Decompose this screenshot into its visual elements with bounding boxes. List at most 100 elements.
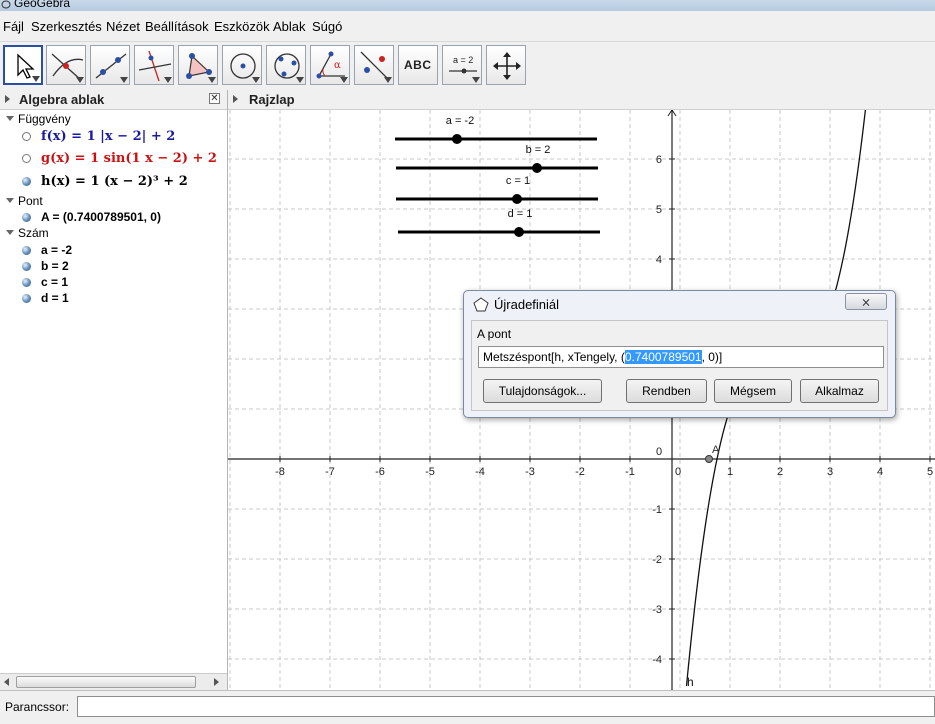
slider-knob[interactable]	[452, 134, 462, 144]
visibility-toggle-icon[interactable]	[22, 177, 31, 186]
category-function[interactable]: Függvény	[6, 112, 71, 126]
category-point[interactable]: Pont	[6, 194, 43, 208]
move-view-arrows-icon	[493, 52, 521, 80]
polygon-tool-button[interactable]	[178, 45, 218, 85]
list-item-f[interactable]: f(x) = 1 |x − 2| + 2	[22, 129, 175, 144]
collapse-arrow-icon[interactable]	[233, 95, 238, 103]
y-tick-label: -3	[652, 604, 662, 616]
collapse-arrow-icon[interactable]	[5, 95, 10, 103]
properties-button[interactable]: Tulajdonságok...	[483, 379, 602, 403]
svg-text:α: α	[334, 60, 341, 71]
y-tick-label: -2	[652, 554, 662, 566]
origin-label: 0	[656, 446, 662, 458]
line-tool-button[interactable]	[90, 45, 130, 85]
perpendicular-tool-button[interactable]	[134, 45, 174, 85]
slider-label: b = 2	[526, 144, 551, 156]
input-prefix: Metszéspont[h, xTengely, (	[483, 350, 625, 364]
slider-tool-button[interactable]: a = 2	[442, 45, 482, 85]
x-tick-label: 5	[927, 466, 933, 478]
toolbar: α ABC a = 2	[0, 42, 935, 91]
scroll-left-icon[interactable]	[4, 678, 9, 686]
visibility-toggle-icon[interactable]	[22, 294, 31, 303]
number-a: a = -2	[41, 243, 73, 257]
graphics-view-header: Rajzlap	[228, 90, 935, 110]
input-bar-label: Parancssor:	[5, 700, 70, 714]
move-tool-button[interactable]	[3, 45, 43, 85]
horizontal-scrollbar[interactable]	[0, 673, 227, 691]
input-bar: Parancssor:	[0, 690, 935, 724]
list-item-h[interactable]: h(x) = 1 (x − 2)³ + 2	[22, 174, 188, 189]
curve-label-h: h	[687, 675, 694, 689]
window-title-bar: GeoGebra	[0, 0, 935, 11]
dialog-close-button[interactable]: ⨯	[845, 293, 887, 310]
slider-knob[interactable]	[532, 163, 542, 173]
visibility-toggle-icon[interactable]	[22, 154, 31, 163]
visibility-toggle-icon[interactable]	[22, 213, 31, 222]
list-item-number-c[interactable]: c = 1	[22, 275, 68, 289]
x-tick-label: 1	[727, 466, 733, 478]
cancel-button[interactable]: Mégsem	[714, 379, 792, 403]
menu-view[interactable]: Nézet	[106, 19, 140, 34]
category-function-label: Függvény	[18, 112, 71, 126]
x-tick-label: 0	[675, 466, 681, 478]
menu-file[interactable]: Fájl	[3, 19, 24, 34]
category-number[interactable]: Szám	[6, 226, 49, 240]
menu-window[interactable]: Ablak	[273, 19, 306, 34]
list-item-g[interactable]: g(x) = 1 sin(1 x − 2) + 2	[22, 151, 217, 166]
x-tick-label: -5	[425, 466, 435, 478]
reflect-tool-button[interactable]	[354, 45, 394, 85]
expand-arrow-icon	[6, 116, 14, 121]
category-number-label: Szám	[18, 226, 49, 240]
x-tick-label: 4	[877, 466, 883, 478]
number-d: d = 1	[41, 291, 69, 305]
menu-tools[interactable]: Eszközök	[214, 19, 270, 34]
input-suffix: , 0)]	[701, 350, 723, 364]
expand-arrow-icon	[6, 230, 14, 235]
close-icon[interactable]: ✕	[209, 93, 220, 104]
text-tool-button[interactable]: ABC	[398, 45, 438, 85]
x-tick-label: -6	[375, 466, 385, 478]
dialog-label: A pont	[477, 327, 512, 341]
intersect-tool-button[interactable]	[46, 45, 86, 85]
scroll-right-icon[interactable]	[214, 678, 219, 686]
move-view-tool-button[interactable]	[486, 45, 526, 85]
visibility-toggle-icon[interactable]	[22, 132, 31, 141]
list-item-point-a[interactable]: A = (0.7400789501, 0)	[22, 210, 161, 224]
angle-tool-button[interactable]: α	[310, 45, 350, 85]
x-tick-label: -8	[275, 466, 285, 478]
expand-arrow-icon	[6, 198, 14, 203]
list-item-number-d[interactable]: d = 1	[22, 291, 69, 305]
menu-settings[interactable]: Beállítások	[145, 19, 209, 34]
category-point-label: Pont	[18, 194, 43, 208]
geogebra-app-icon	[1, 0, 11, 9]
point-a[interactable]	[705, 455, 713, 463]
point-a-value: A = (0.7400789501, 0)	[41, 210, 161, 224]
point-a-label: A	[712, 444, 720, 456]
circle-three-points-tool-button[interactable]	[266, 45, 306, 85]
ok-button[interactable]: Rendben	[626, 379, 707, 403]
function-h: h(x) = 1 (x − 2)³ + 2	[41, 174, 188, 189]
algebra-view-header: Algebra ablak ✕	[0, 90, 227, 110]
circle-tool-button[interactable]	[222, 45, 262, 85]
slider-knob[interactable]	[514, 227, 524, 237]
function-f: f(x) = 1 |x − 2| + 2	[41, 129, 176, 144]
x-tick-label: -2	[575, 466, 585, 478]
number-c: c = 1	[41, 275, 69, 289]
y-tick-label: 4	[656, 254, 662, 266]
slider-knob[interactable]	[512, 194, 522, 204]
scrollbar-thumb[interactable]	[16, 676, 196, 688]
menu-help[interactable]: Súgó	[312, 19, 342, 34]
graphics-view-title: Rajzlap	[249, 92, 295, 107]
command-input[interactable]	[77, 696, 935, 717]
algebra-view-title: Algebra ablak	[19, 92, 105, 107]
visibility-toggle-icon[interactable]	[22, 262, 31, 271]
visibility-toggle-icon[interactable]	[22, 278, 31, 287]
apply-button[interactable]: Alkalmaz	[800, 379, 879, 403]
x-tick-label: -4	[475, 466, 485, 478]
visibility-toggle-icon[interactable]	[22, 246, 31, 255]
menu-edit[interactable]: Szerkesztés	[31, 19, 102, 34]
list-item-number-b[interactable]: b = 2	[22, 259, 69, 273]
redefine-input[interactable]: Metszéspont[h, xTengely, (0.7400789501, …	[478, 346, 884, 368]
number-b: b = 2	[41, 259, 69, 273]
list-item-number-a[interactable]: a = -2	[22, 243, 72, 257]
